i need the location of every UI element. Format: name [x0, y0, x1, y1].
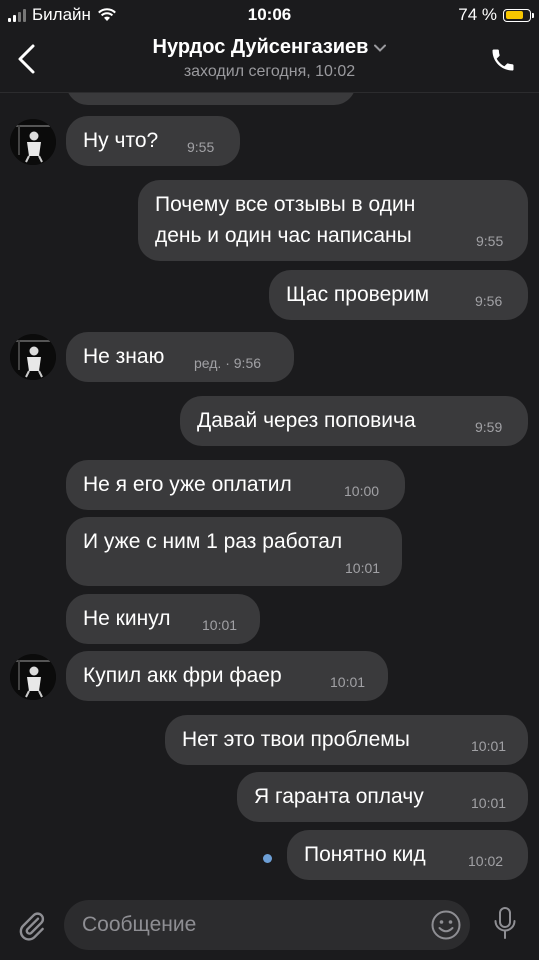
message-bubble[interactable]: Не кинул 10:01: [66, 594, 260, 644]
avatar-image: [10, 119, 56, 165]
message-input-placeholder: Сообщение: [82, 913, 197, 936]
avatar[interactable]: [10, 654, 56, 700]
message-bubble[interactable]: Купил акк фри фаер 10:01: [66, 651, 388, 701]
contact-title-group[interactable]: Нурдос Дуйсенгазиев заходил сегодня, 10:…: [0, 36, 539, 81]
battery-icon: [503, 8, 534, 22]
message-time: 9:59: [475, 419, 503, 435]
message-time: 9:55: [476, 233, 504, 249]
last-seen: заходил сегодня, 10:02: [183, 63, 356, 80]
message-text: Не я его уже оплатил: [83, 473, 292, 496]
message-time: 10:01: [471, 795, 507, 811]
message-time: 9:55: [187, 139, 215, 155]
message-bubble[interactable]: Я гаранта оплачу 10:01: [237, 772, 528, 822]
chevron-down-icon: [374, 44, 387, 52]
message-time: 10:01: [345, 560, 381, 576]
message-time: 10:01: [330, 674, 366, 690]
message-time: 9:56: [475, 293, 503, 309]
message-text: Понятно кид: [304, 843, 426, 866]
paperclip-icon[interactable]: [16, 910, 48, 942]
battery-percent: 74 %: [458, 5, 497, 24]
avatar-image: [10, 334, 56, 380]
unread-indicator: [263, 854, 272, 863]
message-bubble[interactable]: Давай через поповича 9:59: [180, 396, 528, 446]
message-text: Не знаю: [83, 345, 165, 368]
message-text: Щас проверим: [286, 283, 430, 306]
message-time: 10:02: [468, 853, 504, 869]
message-text: Почему все отзывы в один день и один час…: [155, 193, 416, 247]
microphone-icon[interactable]: [492, 906, 518, 942]
message-bubble[interactable]: Понятно кид 10:02: [287, 830, 528, 880]
battery-group: 74 %: [458, 5, 534, 25]
message-bubble[interactable]: Не знаю ред. · 9:56: [66, 332, 294, 382]
emoji-icon[interactable]: [430, 909, 462, 941]
message-bubble[interactable]: Почему все отзывы в один день и один час…: [138, 180, 528, 261]
message-time: ред. · 9:56: [194, 355, 262, 371]
message-time: 10:01: [471, 738, 507, 754]
message-composer: Сообщение: [0, 890, 539, 960]
contact-name-row[interactable]: Нурдос Дуйсенгазиев: [0, 36, 539, 59]
status-bar: Билайн 10:06 74 %: [0, 0, 539, 30]
message-input[interactable]: Сообщение: [64, 900, 470, 950]
message-bubble[interactable]: И уже с ним 1 раз работал 10:01: [66, 517, 402, 586]
phone-icon[interactable]: [489, 46, 517, 74]
message-text: Нет это твои проблемы: [182, 728, 410, 751]
message-list[interactable]: Ну что? 9:55 Почему все отзывы в один де…: [0, 93, 539, 890]
message-text: Я гаранта оплачу: [254, 785, 424, 808]
chat-header: Нурдос Дуйсенгазиев заходил сегодня, 10:…: [0, 30, 539, 93]
contact-name: Нурдос Дуйсенгазиев: [152, 36, 369, 58]
avatar-image: [10, 654, 56, 700]
message-text: И уже с ним 1 раз работал: [83, 530, 343, 553]
message-bubble-hidden: [66, 93, 356, 105]
avatar[interactable]: [10, 334, 56, 380]
message-time: 10:01: [202, 617, 238, 633]
message-bubble[interactable]: Щас проверим 9:56: [269, 270, 528, 320]
message-text: Ну что?: [83, 129, 159, 152]
avatar[interactable]: [10, 119, 56, 165]
message-bubble[interactable]: Не я его уже оплатил 10:00: [66, 460, 405, 510]
message-time: 10:00: [344, 483, 380, 499]
message-text: Давай через поповича: [197, 409, 416, 432]
message-text: Не кинул: [83, 607, 171, 630]
message-text: Купил акк фри фаер: [83, 664, 282, 687]
message-bubble[interactable]: Нет это твои проблемы 10:01: [165, 715, 528, 765]
message-bubble[interactable]: Ну что? 9:55: [66, 116, 240, 166]
